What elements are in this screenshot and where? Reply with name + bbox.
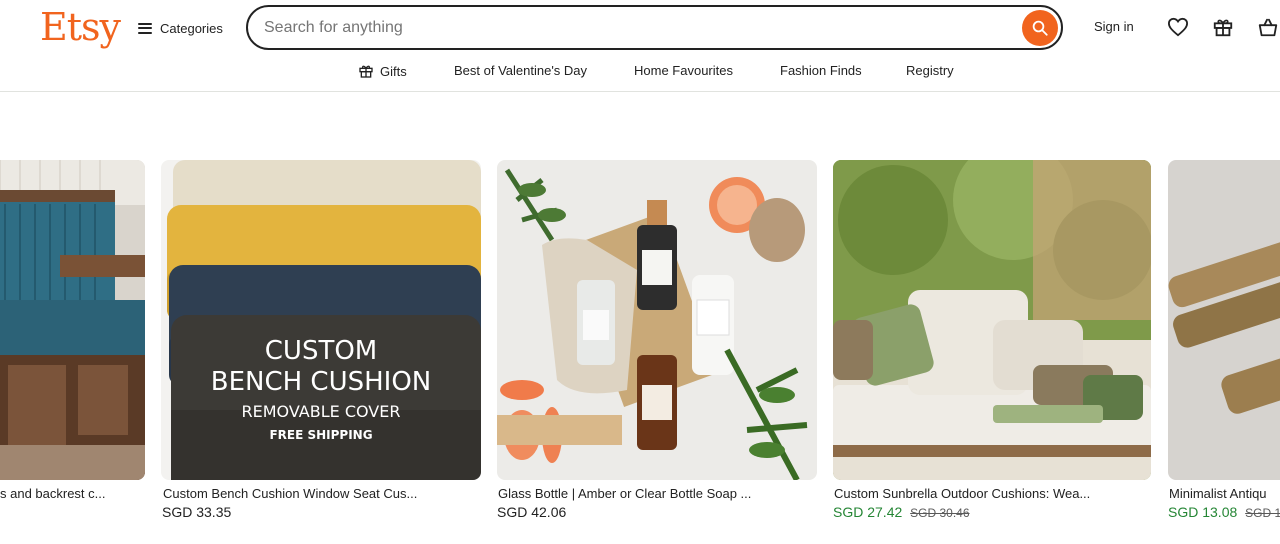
listing-price-row: SGD 42.06	[497, 504, 566, 520]
overlay-line: FREE SHIPPING	[269, 428, 373, 442]
listing-price: SGD 42.06	[497, 504, 567, 520]
search-bar	[246, 5, 1063, 50]
heart-icon	[1167, 17, 1189, 37]
listing-sale-price: SGD 13.08	[1168, 504, 1238, 520]
listing-image[interactable]: CUSTOM BENCH CUSHION REMOVABLE COVER FRE…	[161, 160, 481, 480]
outdoor-cushions-photo	[833, 160, 1151, 480]
sign-in-link[interactable]: Sign in	[1094, 19, 1134, 34]
bench-photo	[0, 160, 145, 480]
bottles-photo	[497, 160, 817, 480]
etsy-logo[interactable]: Etsy	[40, 4, 121, 50]
listing-sale-price: SGD 27.42	[833, 504, 903, 520]
nav-item-gifts[interactable]: Gifts	[358, 63, 407, 79]
listing-title[interactable]: s and backrest c...	[0, 486, 140, 501]
categories-button[interactable]: Categories	[138, 17, 223, 39]
listing-price-row: SGD 33.35	[162, 504, 231, 520]
menu-icon	[138, 22, 152, 34]
listing-image[interactable]	[0, 160, 145, 480]
listing-title[interactable]: Glass Bottle | Amber or Clear Bottle Soa…	[498, 486, 798, 501]
search-icon	[1032, 20, 1048, 36]
nav-item-fashion-finds[interactable]: Fashion Finds	[780, 63, 862, 78]
nav-item-valentines[interactable]: Best of Valentine's Day	[454, 63, 587, 78]
category-nav: Gifts Best of Valentine's Day Home Favou…	[0, 56, 1280, 92]
search-input[interactable]	[264, 15, 1004, 41]
site-header: Etsy Categories Sign in	[0, 0, 1280, 56]
gift-button[interactable]	[1211, 15, 1235, 39]
basket-icon	[1258, 18, 1278, 37]
handles-photo	[1168, 160, 1280, 480]
favorites-button[interactable]	[1166, 15, 1190, 39]
gift-icon	[359, 65, 373, 78]
gift-icon	[1213, 19, 1233, 37]
overlay-line: BENCH CUSHION	[210, 367, 432, 397]
listing-title[interactable]: Minimalist Antiqu	[1169, 486, 1280, 501]
search-button[interactable]	[1022, 10, 1058, 46]
cart-button[interactable]	[1256, 15, 1280, 39]
listing-price-row: SGD 27.42 SGD 30.46	[833, 504, 970, 520]
nav-item-registry[interactable]: Registry	[906, 63, 954, 78]
listing-price-row: SGD 13.08 SGD 1	[1168, 504, 1280, 520]
listing-image[interactable]	[1168, 160, 1280, 480]
nav-item-label: Gifts	[380, 63, 407, 79]
listing-title[interactable]: Custom Sunbrella Outdoor Cushions: Wea..…	[834, 486, 1134, 501]
overlay-line: CUSTOM	[264, 336, 378, 366]
nav-item-home-favourites[interactable]: Home Favourites	[634, 63, 733, 78]
listing-original-price: SGD 30.46	[910, 506, 970, 520]
categories-label: Categories	[160, 20, 223, 36]
listing-price: SGD 33.35	[162, 504, 232, 520]
listing-image[interactable]	[497, 160, 817, 480]
listing-original-price: SGD 1	[1245, 506, 1280, 520]
overlay-line: REMOVABLE COVER	[241, 402, 401, 421]
listing-image[interactable]	[833, 160, 1151, 480]
listing-title[interactable]: Custom Bench Cushion Window Seat Cus...	[163, 486, 463, 501]
